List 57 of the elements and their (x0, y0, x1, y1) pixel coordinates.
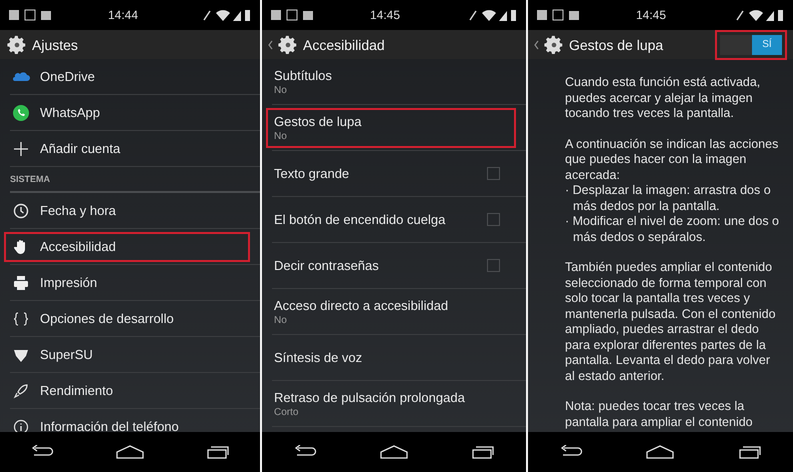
recents-icon[interactable] (471, 445, 495, 459)
settings-icon (543, 34, 565, 56)
description-text: También puedes ampliar el contenido seleccionado de forma temporal con solo tocar la pantalla tres veces y mantenerla pulsada. Con el contenido ampliado, puedes arrastrar el dedo para explorar diferentes partes de la pantalla. Levanta el dedo para volver al estado anterior. (565, 260, 777, 384)
system-status-icons (468, 8, 518, 22)
settings-item[interactable]: Texto grande (266, 160, 516, 187)
description-text: Cuando esta función está activada, puedes acercar y alejar la imagen tocando tres veces la pantalla. (565, 75, 762, 122)
settings-item[interactable]: Subtítulos No (266, 62, 516, 102)
home-icon[interactable] (114, 445, 145, 459)
settings-item[interactable]: Acceso directo a accesibilidad No (266, 292, 516, 332)
chat-bubble-icon (12, 104, 30, 122)
system-status-icons (202, 8, 252, 22)
recents-icon[interactable] (738, 445, 762, 459)
settings-item[interactable]: Gestos de lupa No (266, 108, 516, 148)
home-icon[interactable] (379, 445, 409, 459)
description-text: · Modificar el nivel de zoom: une dos o más dedos o sepáralos. (565, 214, 780, 245)
settings-icon (6, 34, 28, 56)
status-time: 14:44 (108, 8, 140, 22)
recents-icon[interactable] (206, 445, 230, 459)
screen-title: Ajustes (32, 36, 79, 52)
status-time: 14:45 (370, 8, 402, 22)
home-icon[interactable] (645, 445, 676, 459)
settings-item[interactable]: Accesibilidad (4, 232, 250, 262)
description-text: · Desplazar la imagen: arrastra dos o más dedos por la pantalla. (565, 183, 772, 214)
settings-item[interactable]: Impresión (4, 268, 250, 298)
section-title: SISTEMA (10, 174, 50, 184)
settings-item[interactable]: WhatsApp (4, 98, 250, 128)
description-text: Nota: puedes tocar tres veces la pantalla para ampliar el contenido (565, 399, 754, 430)
back-caret-icon[interactable] (268, 40, 273, 50)
checkbox[interactable] (487, 213, 500, 226)
notification-icons (8, 9, 54, 21)
settings-item[interactable]: Decir contraseñas (266, 252, 516, 279)
settings-item[interactable]: Información del teléfono (4, 412, 250, 432)
settings-item[interactable]: OneDrive (4, 62, 250, 92)
clock-icon (12, 202, 30, 220)
settings-item[interactable]: Añadir cuenta (4, 134, 250, 164)
settings-item[interactable]: El botón de encendido cuelga (266, 206, 516, 233)
checkbox[interactable] (487, 167, 500, 180)
system-status-icons (735, 8, 785, 22)
braces-icon (12, 310, 30, 328)
description-text: A continuación se indican las acciones que puedes hacer con la imagen acercada: (565, 136, 780, 183)
settings-item[interactable]: Síntesis de voz (266, 344, 516, 371)
printer-icon (12, 274, 30, 292)
info-icon (12, 418, 30, 432)
settings-item[interactable]: Retraso de pulsación prolongada Corto (266, 384, 516, 424)
settings-item[interactable]: Rendimiento (4, 376, 250, 406)
notification-icons (270, 9, 316, 21)
status-time: 14:45 (636, 8, 668, 22)
checkbox[interactable] (487, 259, 500, 272)
settings-item[interactable]: Fecha y hora (4, 196, 250, 226)
back-caret-icon[interactable] (534, 40, 539, 50)
settings-icon (277, 34, 299, 56)
screen-title: Gestos de lupa (569, 36, 664, 52)
settings-item[interactable]: SuperSU (4, 340, 250, 370)
settings-item[interactable]: Opciones de desarrollo (4, 304, 250, 334)
screen-title: Accesibilidad (303, 36, 386, 52)
notification-icons (536, 9, 582, 21)
plus-icon (12, 140, 30, 158)
